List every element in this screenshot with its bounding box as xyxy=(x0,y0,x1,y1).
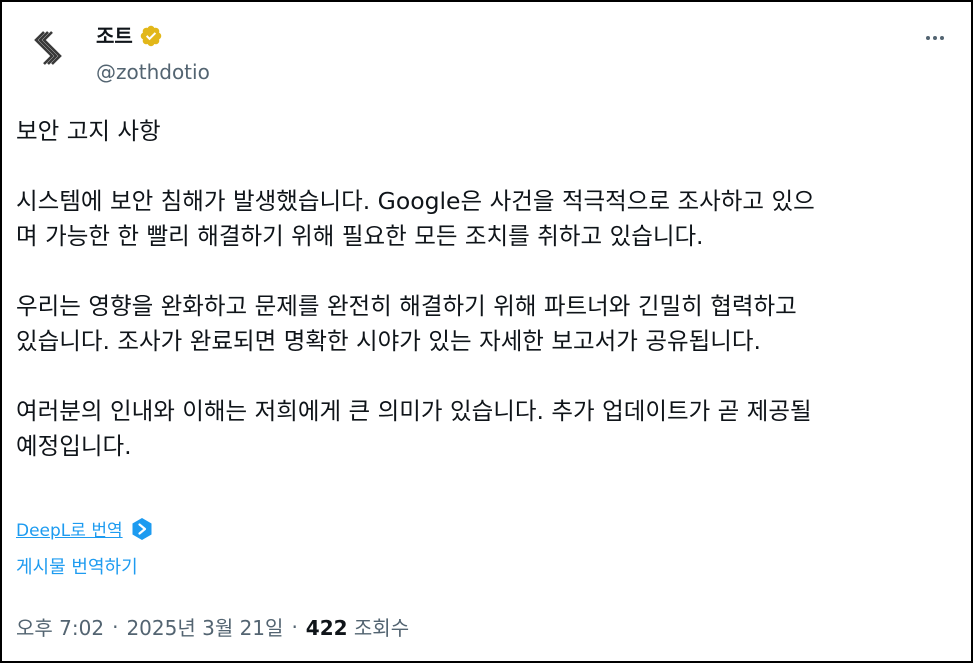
deepl-icon[interactable] xyxy=(131,517,153,541)
author-display-name[interactable]: 조트 xyxy=(96,22,133,50)
views: 422 조회수 xyxy=(306,612,409,641)
zoth-logo-icon xyxy=(34,31,62,65)
post-text: 보안 고지 사항 시스템에 보안 침해가 발생했습니다. Google은 사건을… xyxy=(16,114,956,464)
post-time[interactable]: 오후 7:02 xyxy=(16,612,104,641)
avatar[interactable] xyxy=(18,18,78,78)
author-name-row: 조트 xyxy=(96,22,163,50)
post-paragraph-title: 보안 고지 사항 xyxy=(16,117,161,145)
tweet-card: 조트 @zothdotio 보안 고지 사항 시스템에 보안 침해가 발생했습니… xyxy=(0,0,973,663)
meta-separator: · xyxy=(291,614,298,639)
meta-separator: · xyxy=(112,614,119,639)
author-handle[interactable]: @zothdotio xyxy=(96,58,210,86)
post-paragraph: 시스템에 보안 침해가 발생했습니다. Google은 사건을 적극적으로 조사… xyxy=(16,187,815,250)
deepl-translate-row: DeepL로 번역 xyxy=(16,516,153,541)
translate-post-link[interactable]: 게시물 번역하기 xyxy=(16,553,138,579)
views-label: 조회수 xyxy=(353,616,410,640)
post-date[interactable]: 2025년 3월 21일 xyxy=(126,612,283,641)
deepl-translate-link[interactable]: DeepL로 번역 xyxy=(16,516,123,541)
post-meta: 오후 7:02 · 2025년 3월 21일 · 422 조회수 xyxy=(16,612,409,641)
post-paragraph: 우리는 영향을 완화하고 문제를 완전히 해결하기 위해 파트너와 긴밀히 협력… xyxy=(16,292,797,355)
more-horizontal-icon xyxy=(926,36,944,40)
more-options-button[interactable] xyxy=(921,24,949,52)
views-count: 422 xyxy=(305,616,348,640)
verified-badge-icon[interactable] xyxy=(139,24,163,48)
post-paragraph: 여러분의 인내와 이해는 저희에게 큰 의미가 있습니다. 추가 업데이트가 곧… xyxy=(16,397,812,460)
